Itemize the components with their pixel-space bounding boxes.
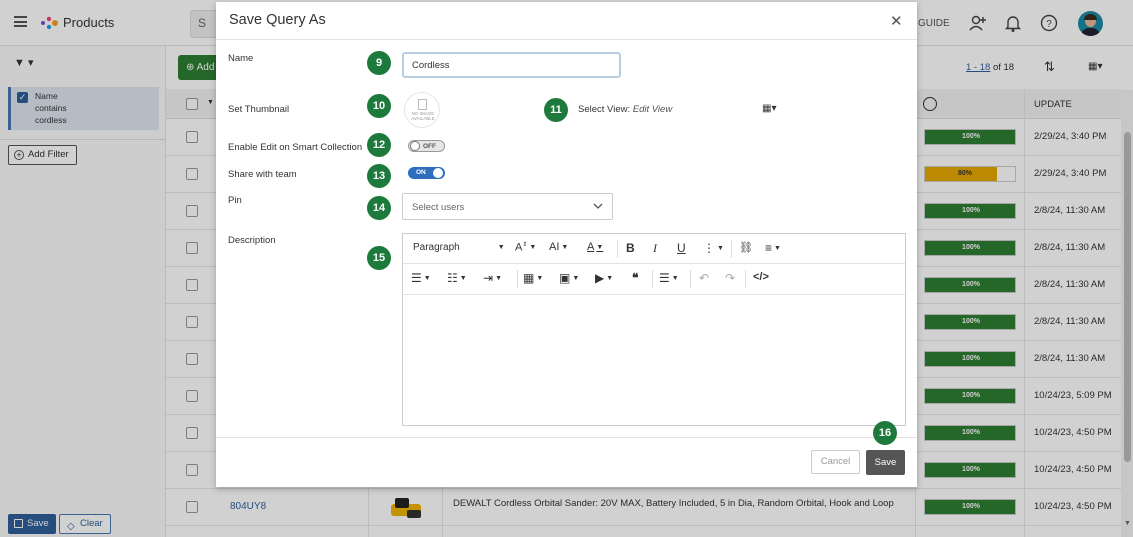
- font-color-icon[interactable]: A ▼: [587, 241, 603, 253]
- name-label: Name: [228, 53, 254, 64]
- divider: [731, 240, 732, 258]
- no-image-icon: [418, 99, 427, 110]
- view-grid-icon[interactable]: ▦▾: [762, 103, 776, 114]
- divider: [216, 39, 917, 40]
- step-badge: 9: [367, 51, 391, 75]
- pin-users-select[interactable]: Select users: [402, 193, 613, 220]
- share-label: Share with team: [228, 169, 297, 180]
- bullet-list-icon[interactable]: ☰ ▼: [411, 271, 431, 285]
- description-label: Description: [228, 235, 276, 246]
- align-icon[interactable]: ≡ ▼: [765, 241, 781, 255]
- paragraph-label: Paragraph: [413, 242, 460, 253]
- smart-collection-toggle[interactable]: OFF: [408, 140, 445, 152]
- quote-icon[interactable]: ❝: [632, 271, 638, 285]
- divider: [517, 270, 518, 288]
- thumbnail-picker[interactable]: NO IMAGE AVAILABLE: [404, 92, 440, 128]
- smart-collection-label: Enable Edit on Smart Collection: [228, 142, 363, 153]
- paragraph-style-select[interactable]: Paragraph ▼: [413, 242, 505, 253]
- share-toggle[interactable]: ON: [408, 167, 445, 179]
- close-icon[interactable]: ✕: [890, 12, 903, 30]
- divider: [690, 270, 691, 288]
- redo-icon[interactable]: ↷: [725, 271, 735, 285]
- divider: [652, 270, 653, 288]
- bold-icon[interactable]: B: [626, 241, 635, 255]
- font-size-icon[interactable]: A⇕ ▼: [515, 241, 536, 254]
- list-format-icon[interactable]: ☰ ▼: [659, 271, 679, 285]
- link-icon[interactable]: ⛓: [739, 241, 753, 254]
- code-icon[interactable]: </>: [753, 271, 769, 283]
- divider: [617, 240, 618, 258]
- cancel-button[interactable]: Cancel: [811, 450, 860, 474]
- pin-placeholder: Select users: [412, 202, 465, 213]
- more-options-icon[interactable]: ⋮ ▼: [703, 241, 724, 255]
- image-icon[interactable]: ▣ ▼: [559, 271, 579, 285]
- save-button[interactable]: Save: [866, 450, 905, 475]
- italic-icon[interactable]: I: [653, 241, 657, 256]
- thumbnail-label: Set Thumbnail: [228, 104, 290, 115]
- toggle-state-on: ON: [416, 169, 426, 176]
- dialog-title: Save Query As: [229, 12, 326, 28]
- line-height-icon[interactable]: AI ▼: [549, 241, 568, 253]
- chevron-down-icon: [593, 203, 603, 209]
- step-badge: 16: [873, 421, 897, 445]
- step-badge: 11: [544, 98, 568, 122]
- step-badge: 15: [367, 246, 391, 270]
- select-view: Select View: Edit View: [578, 104, 672, 115]
- indent-icon[interactable]: ⇥ ▼: [483, 271, 502, 285]
- editor-toolbar-row: Paragraph ▼ A⇕ ▼ AI ▼ A ▼ B I U ⋮ ▼ ⛓ ≡ ▼: [403, 234, 905, 264]
- step-badge: 10: [367, 94, 391, 118]
- step-badge: 12: [367, 133, 391, 157]
- toggle-knob: [410, 141, 420, 151]
- divider: [745, 270, 746, 288]
- pin-label: Pin: [228, 195, 242, 206]
- step-badge: 13: [367, 164, 391, 188]
- video-icon[interactable]: ▶ ▼: [595, 271, 613, 285]
- description-editor[interactable]: Paragraph ▼ A⇕ ▼ AI ▼ A ▼ B I U ⋮ ▼ ⛓ ≡ ▼ ☰ ▼ ☷…: [402, 233, 906, 426]
- toggle-state-off: OFF: [423, 143, 436, 150]
- undo-icon[interactable]: ↶: [699, 271, 709, 285]
- underline-icon[interactable]: U: [677, 241, 686, 255]
- edit-view-link[interactable]: Edit View: [633, 104, 672, 115]
- no-image-text: NO IMAGE AVAILABLE: [411, 111, 435, 121]
- editor-toolbar-row: ☰ ▼ ☷ ▼ ⇥ ▼ ▦ ▼ ▣ ▼ ▶ ▼ ❝ ☰ ▼ ↶ ↷ </>: [403, 264, 905, 295]
- numbered-list-icon[interactable]: ☷ ▼: [447, 271, 467, 285]
- toggle-knob: [433, 168, 443, 178]
- table-icon[interactable]: ▦ ▼: [523, 271, 543, 285]
- save-query-dialog: Save Query As ✕ Name 9 Set Thumbnail 10 …: [216, 2, 917, 487]
- select-view-label: Select View:: [578, 104, 631, 115]
- step-badge: 14: [367, 196, 391, 220]
- name-input[interactable]: [402, 52, 621, 78]
- divider: [216, 437, 917, 438]
